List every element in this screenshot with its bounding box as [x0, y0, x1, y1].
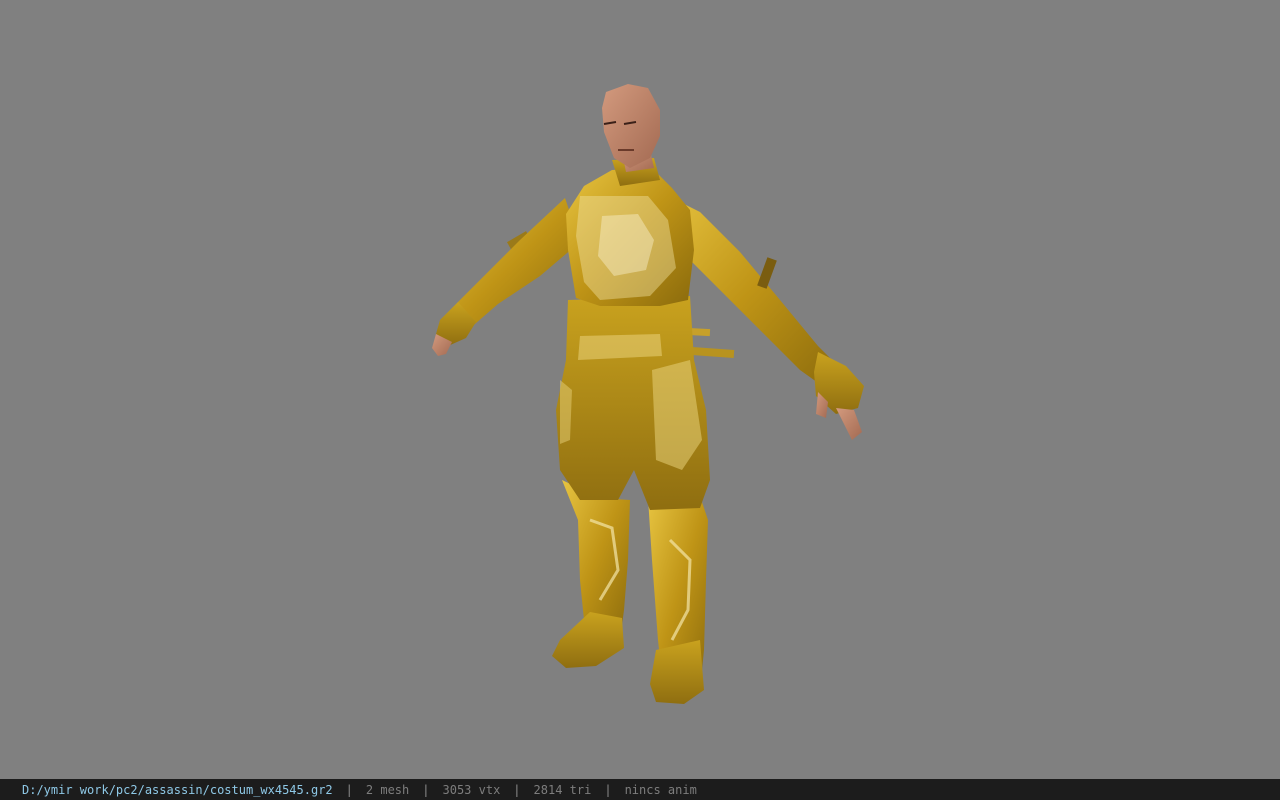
torso — [566, 158, 694, 306]
pants — [556, 296, 710, 510]
triangle-count: 2814 tri — [533, 782, 592, 797]
status-bar: D:/ymir work/pc2/assassin/costum_wx4545.… — [0, 779, 1280, 800]
mesh-count: 2 mesh — [365, 782, 410, 797]
vertex-count: 3053 vtx — [442, 782, 501, 797]
left-arm — [432, 198, 580, 356]
character-model — [432, 84, 864, 704]
separator: | — [513, 782, 521, 797]
3d-viewport[interactable] — [0, 0, 1280, 779]
head — [602, 84, 660, 172]
separator: | — [604, 782, 612, 797]
legs — [552, 480, 708, 704]
separator: | — [422, 782, 430, 797]
animation-status: nincs anim — [624, 782, 697, 797]
file-path: D:/ymir work/pc2/assassin/costum_wx4545.… — [22, 782, 333, 797]
separator: | — [345, 782, 353, 797]
